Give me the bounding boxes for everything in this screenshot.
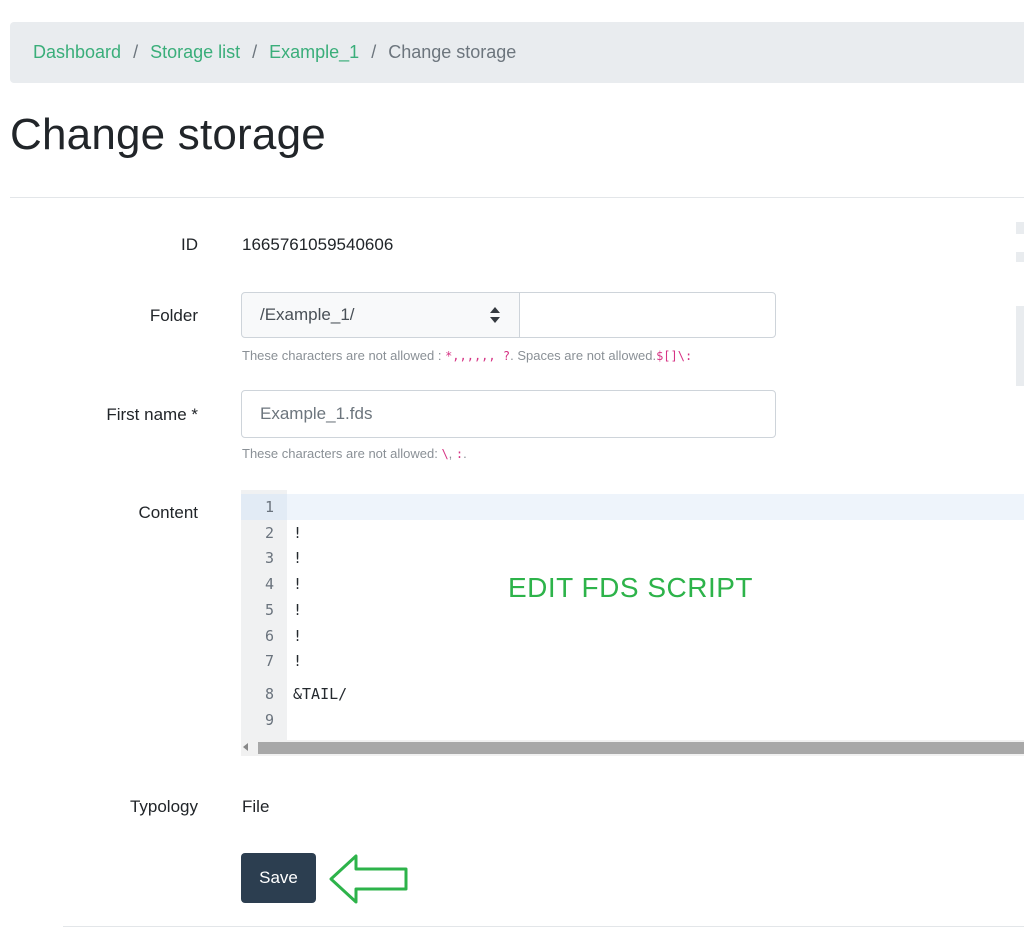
first-name-label: First name * [106,405,198,424]
breadcrumb: Dashboard / Storage list / Example_1 / C… [10,22,1024,83]
page-title: Change storage [10,110,326,159]
breadcrumb-example-1[interactable]: Example_1 [269,42,359,63]
page-edge [1016,252,1024,262]
first-name-input[interactable] [241,390,776,438]
breadcrumb-separator: / [371,42,377,62]
line-number: 9 [264,711,274,729]
folder-help-text: These characters are not allowed : *,,,,… [242,348,693,363]
save-button[interactable]: Save [241,853,316,903]
code-line: ! [293,524,303,542]
edit-script-annotation: EDIT FDS SCRIPT [508,572,754,603]
code-line: ! [293,652,303,670]
code-line: &TAIL/ [293,685,348,703]
arrow-left-icon [329,854,408,904]
breadcrumb-dashboard[interactable]: Dashboard [33,42,121,63]
scrollbar-thumb[interactable] [258,742,1024,754]
folder-label: Folder [149,306,198,325]
footer-divider [63,926,1024,927]
line-number: 7 [264,652,274,670]
id-label: ID [181,235,198,254]
line-number: 2 [264,524,274,542]
code-line: ! [293,627,303,645]
content-label: Content [138,503,198,522]
typology-value: File [242,797,270,816]
title-divider [10,197,1024,198]
breadcrumb-separator: / [133,42,139,62]
editor-horizontal-scrollbar[interactable] [241,740,1024,756]
typology-label: Typology [129,797,198,816]
folder-name-input[interactable] [519,292,776,338]
folder-select[interactable]: /Example_1/ [241,292,520,338]
breadcrumb-storage-list[interactable]: Storage list [150,42,240,63]
code-line: ! [293,549,303,567]
code-line: ! [293,601,303,619]
page-edge [1016,306,1024,386]
breadcrumb-current: Change storage [388,42,517,62]
line-number: 3 [264,549,274,567]
id-value: 1665761059540606 [242,235,394,254]
page-edge [1016,222,1024,234]
scroll-left-icon[interactable] [243,743,248,751]
breadcrumb-separator: / [252,42,258,62]
code-editor[interactable]: 1 2 3 4 5 6 7 8 9 ! ! ! ! ! ! &TAIL/ [241,490,1024,758]
line-number: 6 [264,627,274,645]
line-number: 4 [264,575,274,593]
line-number: 1 [264,498,274,516]
sort-icon [490,307,500,323]
folder-select-value: /Example_1/ [260,305,355,324]
editor-active-line [241,494,1024,520]
code-line: ! [293,575,303,593]
line-number: 5 [264,601,274,619]
first-name-help-text: These characters are not allowed: \, :. [242,446,467,461]
line-number: 8 [264,685,274,703]
